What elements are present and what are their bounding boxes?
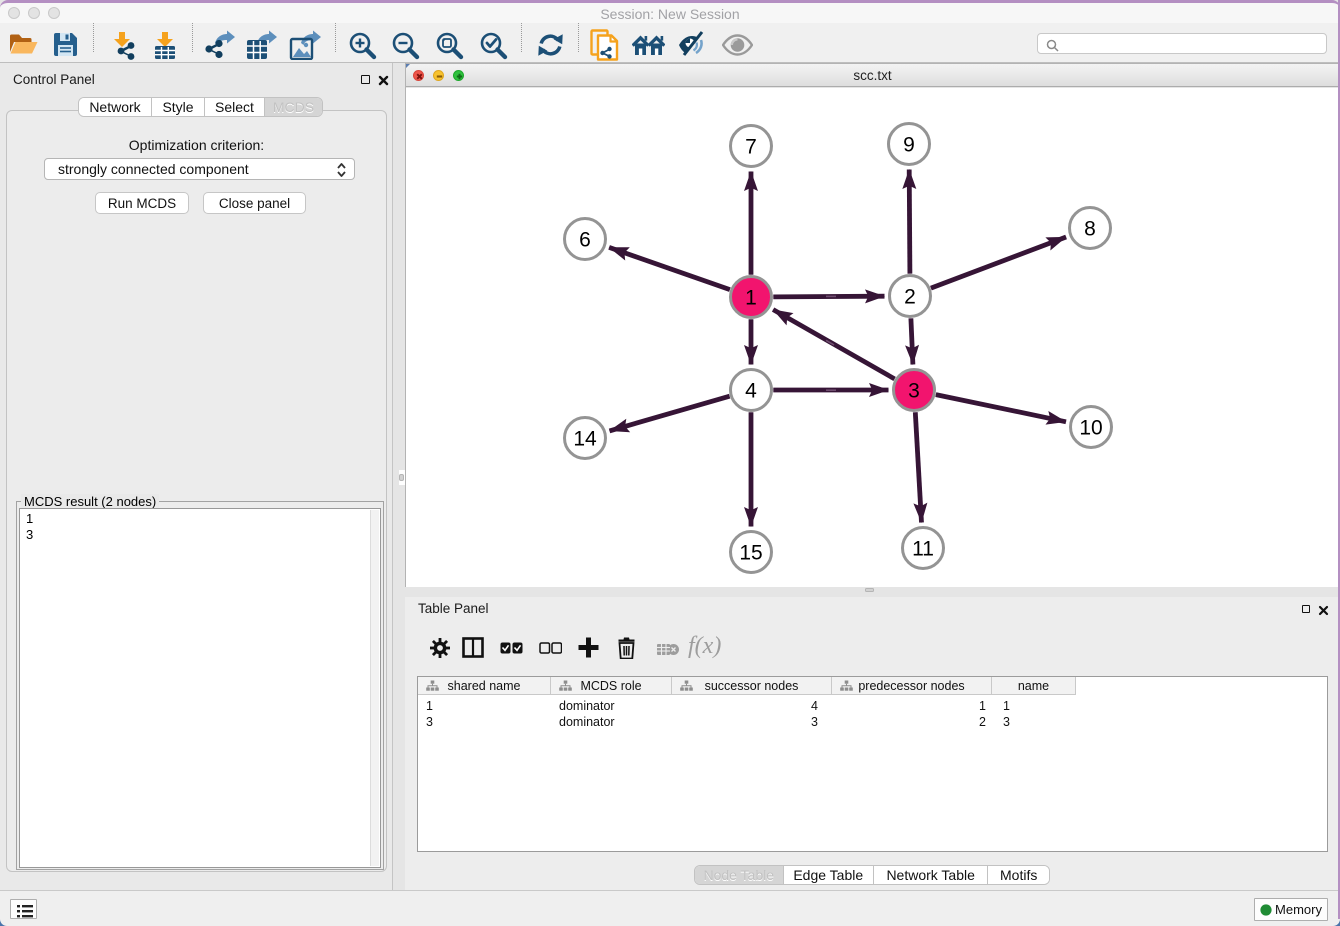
svg-text:10: 10	[1079, 417, 1102, 440]
svg-text:1: 1	[745, 287, 757, 310]
svg-text:2: 2	[904, 286, 916, 309]
svg-text:8: 8	[1084, 218, 1096, 241]
svg-text:4: 4	[745, 380, 757, 403]
svg-text:6: 6	[579, 229, 591, 252]
svg-text:7: 7	[745, 136, 757, 159]
svg-text:3: 3	[908, 380, 920, 403]
svg-text:15: 15	[739, 542, 762, 565]
svg-text:9: 9	[903, 134, 915, 157]
svg-text:14: 14	[573, 428, 597, 451]
svg-text:11: 11	[912, 538, 934, 561]
